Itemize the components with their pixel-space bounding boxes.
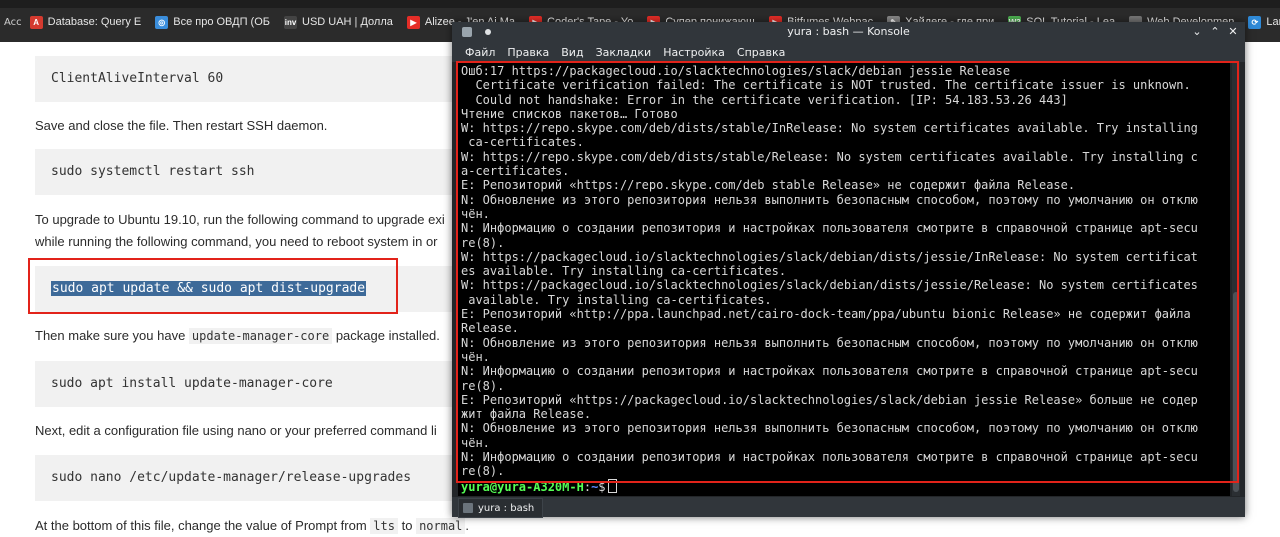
inline-code-update-manager: update-manager-core [188,328,333,344]
bookmark-apps[interactable]: Acc [4,17,22,28]
menu-view[interactable]: Вид [561,46,583,59]
tab-label: yura : bash [478,502,535,514]
close-icon[interactable]: ✕ [1225,24,1241,40]
db-icon: A [29,15,43,29]
konsole-menubar: Файл Правка Вид Закладки Настройка Справ… [452,42,1245,62]
paragraph-upgrade-line1: To upgrade to Ubuntu 19.10, run the foll… [35,212,445,227]
globe-icon: ◎ [155,15,169,29]
paragraph-prompt-value: At the bottom of this file, change the v… [35,518,470,534]
bookmark-item[interactable]: A Database: Query E [29,15,142,29]
code-block-nano-config: sudo nano /etc/update-manager/release-up… [35,455,475,501]
paragraph-restart-ssh: Save and close the file. Then restart SS… [35,118,328,133]
laravel-icon: ⟳ [1248,15,1262,29]
menu-bookmarks[interactable]: Закладки [596,46,652,59]
bookmark-item[interactable]: inv USD UAH | Долла [284,15,393,29]
highlight-box-terminal [456,61,1239,483]
menu-settings[interactable]: Настройка [663,46,725,59]
menu-edit[interactable]: Правка [507,46,549,59]
tab-yura-bash[interactable]: yura : bash [458,498,544,518]
menu-help[interactable]: Справка [737,46,785,59]
bookmark-label: Database: Query E [47,16,142,28]
inline-code-normal: normal [416,518,466,534]
bookmark-label: Все про ОВДП (ОБ [173,16,270,28]
konsole-tabbar: yura : bash [452,497,1245,518]
menu-file[interactable]: Файл [465,46,495,59]
minimize-icon[interactable]: ⌄ [1189,24,1205,40]
chart-icon: inv [284,15,297,29]
maximize-icon[interactable]: ⌃ [1207,24,1223,40]
tab-strip [0,0,1280,8]
youtube-icon: ▶ [406,15,420,29]
paragraph-upgrade-line2: while running the following command, you… [35,234,438,249]
bookmark-item[interactable]: ◎ Все про ОВДП (ОБ [155,15,270,29]
bookmark-label: Laravel - Все о WE [1266,16,1280,28]
highlight-box-command [28,258,398,314]
window-title: yura : bash — Konsole [787,25,910,38]
code-block-client-alive: ClientAliveInterval 60 [35,56,475,102]
konsole-titlebar[interactable]: yura : bash — Konsole ⌄ ⌃ ✕ [452,22,1245,42]
bookmark-item[interactable]: ⟳ Laravel - Все о WE [1248,15,1280,29]
paragraph-update-manager: Then make sure you have update-manager-c… [35,328,440,344]
code-block-install-update-manager: sudo apt install update-manager-core [35,361,475,407]
inline-code-lts: lts [370,518,398,534]
bookmark-label: USD UAH | Долла [302,16,393,28]
paragraph-edit-config: Next, edit a configuration file using na… [35,423,437,438]
code-block-restart-ssh: sudo systemctl restart ssh [35,149,475,195]
terminal-icon [463,503,473,513]
